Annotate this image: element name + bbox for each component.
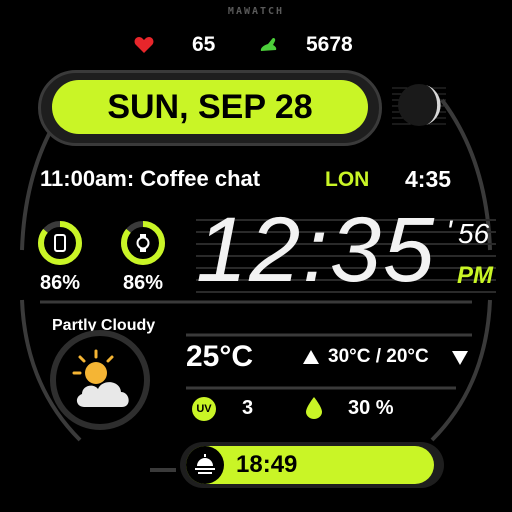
low-arrow-icon (452, 351, 468, 365)
sunset-time: 18:49 (236, 451, 298, 478)
uv-icon: UV (192, 397, 216, 421)
world-clock-city: LON (325, 168, 370, 191)
phone-battery-widget[interactable]: 86% (30, 220, 90, 300)
current-temperature: 25°C (186, 340, 254, 373)
sunset-icon (195, 454, 215, 474)
humidity-value: 30 % (348, 397, 394, 419)
humidity-icon (306, 397, 322, 419)
date-label: SUN, SEP 28 (107, 88, 313, 126)
phone-icon (54, 234, 66, 252)
phone-battery-percent: 86% (39, 272, 81, 294)
world-clock-time: 4:35 (405, 166, 452, 192)
high-arrow-icon (303, 350, 319, 364)
main-time[interactable]: 12:35 (196, 200, 436, 300)
high-low-temperature: 30°C / 20°C (328, 346, 429, 367)
seconds: 56 (458, 218, 490, 249)
uv-index-value: 3 (242, 397, 254, 419)
time-apostrophe: ' (446, 214, 453, 250)
am-pm: PM (457, 262, 493, 289)
watch-battery-percent: 86% (122, 272, 164, 294)
watch-battery-widget[interactable]: 86% (113, 220, 173, 300)
partly-cloudy-icon (72, 349, 129, 407)
watch-icon (136, 234, 150, 252)
moon-phase-icon (392, 82, 446, 128)
calendar-event[interactable]: 11:00am: Coffee chat (40, 166, 260, 192)
